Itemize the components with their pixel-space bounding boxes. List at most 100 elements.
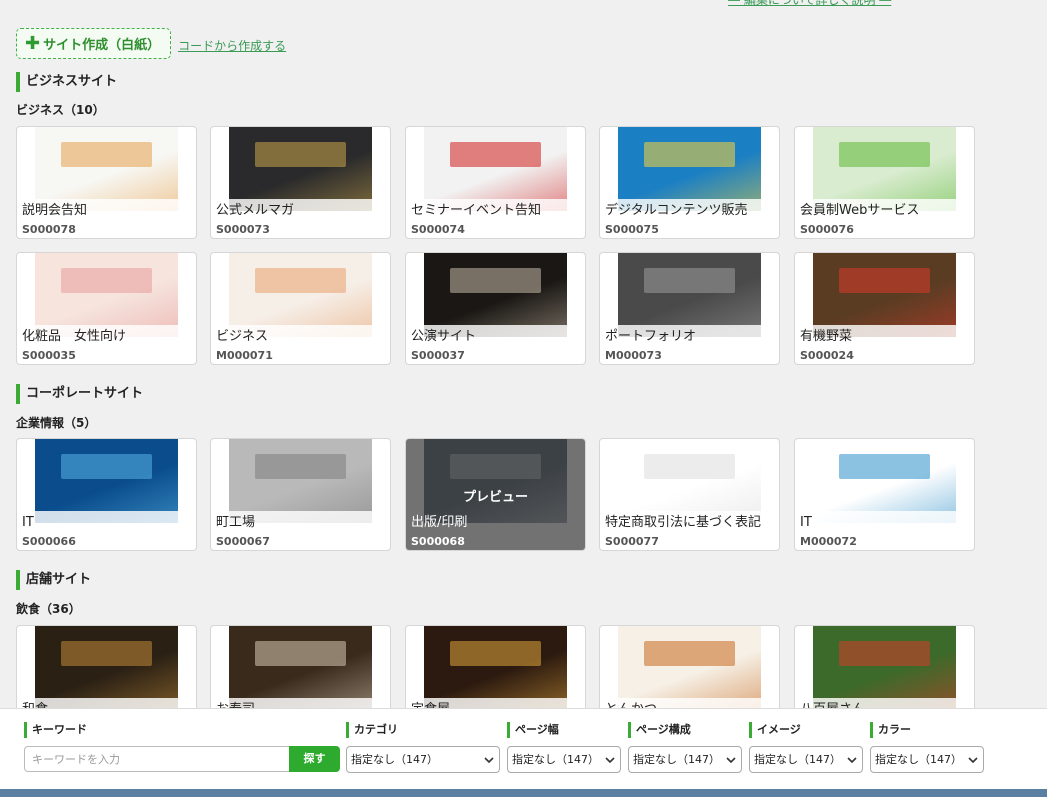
chevron-down-icon bbox=[484, 757, 494, 764]
top-help-link[interactable]: ― 編集について詳しく説明 ― bbox=[728, 0, 891, 8]
template-card[interactable]: 公式メルマガ S000073 bbox=[210, 126, 391, 239]
thumbnail-accent bbox=[449, 142, 542, 168]
template-card[interactable]: セミナーイベント告知 S000074 bbox=[405, 126, 586, 239]
page-width-label: ページ幅 bbox=[507, 722, 559, 738]
template-card[interactable]: 町工場 S000067 bbox=[210, 438, 391, 551]
image-select-value: 指定なし（147） bbox=[754, 753, 841, 766]
keyword-input[interactable] bbox=[24, 746, 290, 772]
template-code: S000068 bbox=[411, 535, 465, 548]
template-code: S000074 bbox=[411, 223, 465, 236]
thumbnail-accent bbox=[449, 641, 542, 667]
template-code: S000024 bbox=[800, 349, 854, 362]
bottom-strip bbox=[0, 789, 1047, 797]
category-label-food: 飲食（36） bbox=[16, 602, 81, 616]
section-title-corporate: コーポレートサイト bbox=[16, 384, 143, 404]
page-width-select[interactable]: 指定なし（147） bbox=[507, 746, 621, 773]
template-code: M000073 bbox=[605, 349, 662, 362]
chevron-down-icon bbox=[605, 757, 615, 764]
template-card[interactable]: ビジネス M000071 bbox=[210, 252, 391, 365]
thumbnail-accent bbox=[60, 142, 153, 168]
template-code: S000073 bbox=[216, 223, 270, 236]
thumbnail-accent bbox=[60, 454, 153, 480]
template-code: S000037 bbox=[411, 349, 465, 362]
template-name: IT bbox=[795, 511, 974, 535]
thumbnail-accent bbox=[449, 268, 542, 294]
template-card[interactable]: 特定商取引法に基づく表記 S000077 bbox=[599, 438, 780, 551]
template-card[interactable]: IT M000072 bbox=[794, 438, 975, 551]
create-row: ✚ サイト作成（白紙） コードから作成する bbox=[16, 28, 286, 59]
template-name: 町工場 bbox=[211, 511, 390, 535]
image-select[interactable]: 指定なし（147） bbox=[749, 746, 863, 773]
color-select[interactable]: 指定なし（147） bbox=[870, 746, 984, 773]
filter-bar: キーワード 探す カテゴリ 指定なし（147） ページ幅 指定なし（147） ペ… bbox=[0, 708, 1047, 789]
category-label-business: ビジネス（10） bbox=[16, 103, 105, 117]
template-card[interactable]: 化粧品 女性向け S000035 bbox=[16, 252, 197, 365]
thumbnail-accent bbox=[838, 268, 931, 294]
category-label-corporate: 企業情報（5） bbox=[16, 416, 97, 430]
template-card[interactable]: 説明会告知 S000078 bbox=[16, 126, 197, 239]
template-card[interactable]: デジタルコンテンツ販売 S000075 bbox=[599, 126, 780, 239]
thumbnail-accent bbox=[838, 641, 931, 667]
template-card[interactable]: ポートフォリオ M000073 bbox=[599, 252, 780, 365]
section-title-business: ビジネスサイト bbox=[16, 72, 117, 92]
search-button[interactable]: 探す bbox=[289, 746, 340, 772]
thumbnail-accent bbox=[643, 142, 736, 168]
template-code: M000071 bbox=[216, 349, 273, 362]
template-code: S000035 bbox=[22, 349, 76, 362]
template-card[interactable]: 有機野菜 S000024 bbox=[794, 252, 975, 365]
section-title-store: 店舗サイト bbox=[16, 570, 91, 590]
template-name: デジタルコンテンツ販売 bbox=[600, 199, 779, 223]
chevron-down-icon bbox=[968, 757, 978, 764]
thumbnail-accent bbox=[643, 454, 736, 480]
template-name: セミナーイベント告知 bbox=[406, 199, 585, 223]
create-blank-label: サイト作成（白紙） bbox=[43, 38, 161, 53]
thumbnail-accent bbox=[254, 268, 347, 294]
category-select[interactable]: 指定なし（147） bbox=[346, 746, 500, 773]
plus-icon: ✚ bbox=[25, 32, 41, 54]
chevron-down-icon bbox=[726, 757, 736, 764]
template-card[interactable]: 出版/印刷 S000068 プレビュー bbox=[405, 438, 586, 551]
chevron-down-icon bbox=[847, 757, 857, 764]
thumbnail-accent bbox=[838, 454, 931, 480]
thumbnail-accent bbox=[254, 142, 347, 168]
image-filter-label: イメージ bbox=[749, 722, 801, 738]
template-code: S000077 bbox=[605, 535, 659, 548]
thumbnail-accent bbox=[643, 268, 736, 294]
create-from-code-link[interactable]: コードから作成する bbox=[178, 37, 286, 54]
template-code: S000076 bbox=[800, 223, 854, 236]
template-card[interactable]: 会員制Webサービス S000076 bbox=[794, 126, 975, 239]
template-code: S000078 bbox=[22, 223, 76, 236]
category-select-value: 指定なし（147） bbox=[351, 753, 438, 766]
template-name: IT bbox=[17, 511, 196, 535]
template-name: 有機野菜 bbox=[795, 325, 974, 349]
template-code: M000072 bbox=[800, 535, 857, 548]
thumbnail-accent bbox=[254, 641, 347, 667]
template-card[interactable]: 公演サイト S000037 bbox=[405, 252, 586, 365]
page-structure-select[interactable]: 指定なし（147） bbox=[628, 746, 742, 773]
thumbnail-accent bbox=[838, 142, 931, 168]
template-name: ビジネス bbox=[211, 325, 390, 349]
template-code: S000066 bbox=[22, 535, 76, 548]
template-name: 特定商取引法に基づく表記 bbox=[600, 511, 779, 535]
template-card[interactable]: IT S000066 bbox=[16, 438, 197, 551]
template-code: S000067 bbox=[216, 535, 270, 548]
color-filter-label: カラー bbox=[870, 722, 911, 738]
template-name: 公式メルマガ bbox=[211, 199, 390, 223]
thumbnail-accent bbox=[60, 268, 153, 294]
thumbnail-accent bbox=[643, 641, 736, 667]
template-name: 化粧品 女性向け bbox=[17, 325, 196, 349]
page-structure-select-value: 指定なし（147） bbox=[633, 753, 720, 766]
page-structure-label: ページ構成 bbox=[628, 722, 691, 738]
thumbnail-accent bbox=[254, 454, 347, 480]
preview-label[interactable]: プレビュー bbox=[406, 486, 585, 505]
template-name: 公演サイト bbox=[406, 325, 585, 349]
thumbnail-accent bbox=[60, 641, 153, 667]
page-width-select-value: 指定なし（147） bbox=[512, 753, 599, 766]
template-name: 説明会告知 bbox=[17, 199, 196, 223]
create-blank-site-button[interactable]: ✚ サイト作成（白紙） bbox=[16, 28, 172, 59]
template-name: 会員制Webサービス bbox=[795, 199, 974, 223]
color-select-value: 指定なし（147） bbox=[875, 753, 962, 766]
keyword-label: キーワード bbox=[24, 722, 87, 738]
template-code: S000075 bbox=[605, 223, 659, 236]
template-name: 出版/印刷 bbox=[411, 515, 468, 530]
